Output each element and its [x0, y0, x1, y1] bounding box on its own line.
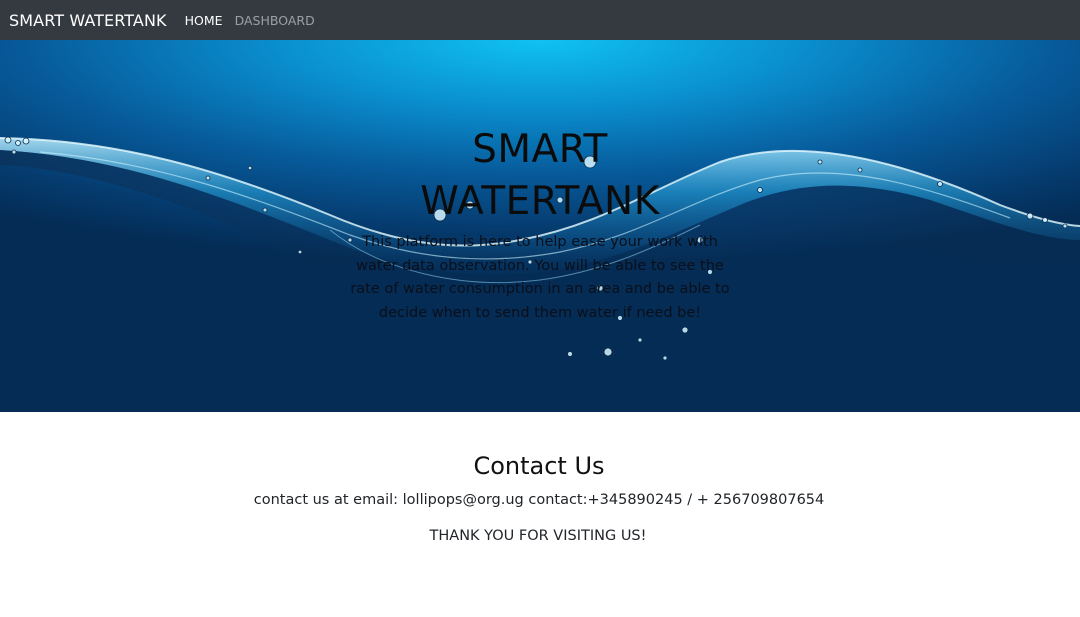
nav-link-dashboard[interactable]: DASHBOARD [235, 13, 315, 28]
brand-link[interactable]: SMART WATERTANK [9, 11, 167, 30]
hero-banner: SMART WATERTANK This platform is here to… [0, 40, 1080, 412]
hero-title-line1: SMART [472, 127, 608, 172]
nav-link-home[interactable]: HOME [185, 13, 223, 28]
hero-title-line2: WATERTANK [420, 179, 660, 224]
contact-title: Contact Us [473, 452, 605, 480]
contact-section: Contact Us contact us at email: lollipop… [0, 412, 1080, 617]
hero-title: SMART WATERTANK [340, 124, 740, 228]
top-navbar: SMART WATERTANK HOME DASHBOARD [0, 0, 1080, 40]
hero-description: This platform is here to help ease your … [350, 234, 730, 321]
thank-you-message: THANK YOU FOR VISITING US! [429, 528, 647, 544]
contact-details: contact us at email: lollipops@org.ug co… [253, 492, 825, 508]
